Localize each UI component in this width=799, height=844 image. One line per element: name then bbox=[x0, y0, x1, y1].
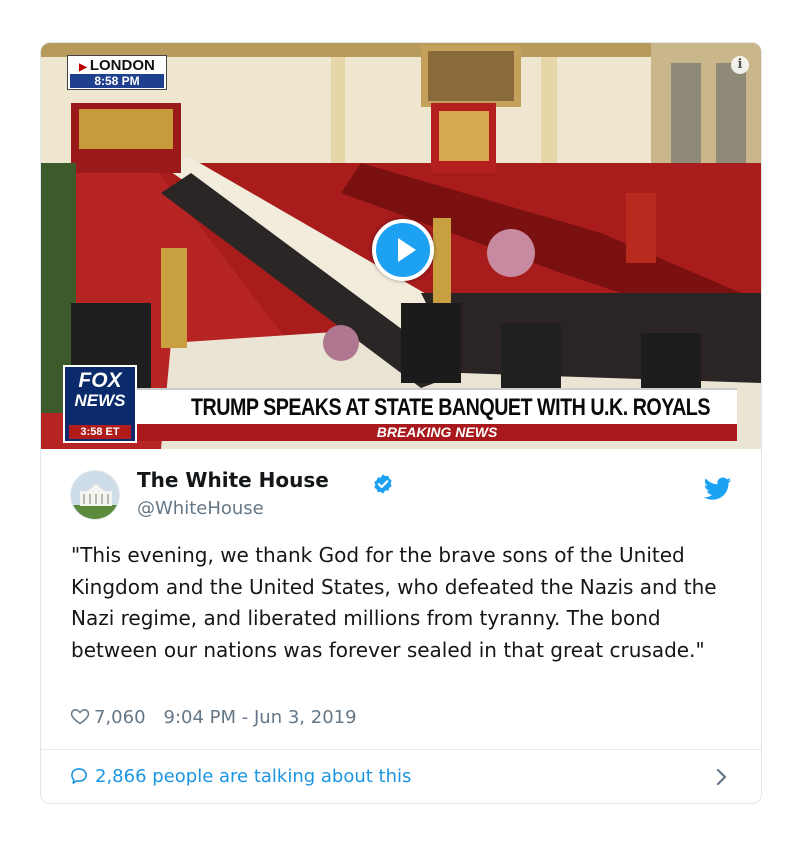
avatar[interactable] bbox=[70, 470, 120, 520]
heart-icon[interactable] bbox=[70, 706, 90, 726]
play-button[interactable] bbox=[372, 219, 434, 281]
location-bug: ▶ LONDON 8:58 PM bbox=[67, 55, 167, 90]
tweet-author-header: The White House @WhiteHouse bbox=[41, 449, 761, 529]
user-handle[interactable]: @WhiteHouse bbox=[137, 498, 264, 520]
chyron-headline: TRUMP SPEAKS AT STATE BANQUET WITH U.K. … bbox=[191, 394, 710, 421]
location-label: LONDON bbox=[89, 57, 155, 74]
talking-count-label: 2,866 people are talking about this bbox=[95, 766, 412, 787]
local-time-label: 8:58 PM bbox=[70, 74, 164, 88]
fox-logo-top: FOX bbox=[78, 369, 122, 392]
verified-badge-icon bbox=[374, 474, 392, 494]
white-house-avatar-icon bbox=[71, 471, 119, 519]
info-icon[interactable]: i bbox=[731, 56, 749, 74]
display-name[interactable]: The White House bbox=[137, 468, 329, 492]
speech-bubble-icon bbox=[71, 768, 87, 784]
fox-logo-bottom: NEWS bbox=[74, 391, 126, 410]
fox-news-logo: FOX NEWS 3:58 ET bbox=[63, 365, 137, 443]
twitter-bird-icon[interactable] bbox=[704, 477, 732, 501]
video-thumbnail[interactable]: ▶ LONDON 8:58 PM i FOX NEWS 3:58 ET TRUMP… bbox=[41, 43, 761, 449]
tweet-timestamp[interactable]: 9:04 PM - Jun 3, 2019 bbox=[164, 707, 357, 728]
chevron-right-icon[interactable] bbox=[713, 766, 731, 788]
chyron-headline-bar: TRUMP SPEAKS AT STATE BANQUET WITH U.K. … bbox=[137, 388, 737, 426]
like-count[interactable]: 7,060 bbox=[94, 707, 146, 728]
conversation-link[interactable]: 2,866 people are talking about this bbox=[69, 763, 411, 791]
live-arrow-icon: ▶ bbox=[79, 62, 87, 73]
embedded-tweet-card: ▶ LONDON 8:58 PM i FOX NEWS 3:58 ET TRUMP… bbox=[40, 42, 762, 804]
network-time-label: 3:58 ET bbox=[69, 425, 131, 439]
tweet-body-text: "This evening, we thank God for the brav… bbox=[71, 543, 717, 662]
breaking-news-label: BREAKING NEWS bbox=[376, 424, 498, 440]
breaking-news-bar: BREAKING NEWS bbox=[137, 424, 737, 441]
tweet-meta: 7,060 9:04 PM - Jun 3, 2019 bbox=[70, 706, 357, 730]
divider bbox=[41, 749, 761, 750]
